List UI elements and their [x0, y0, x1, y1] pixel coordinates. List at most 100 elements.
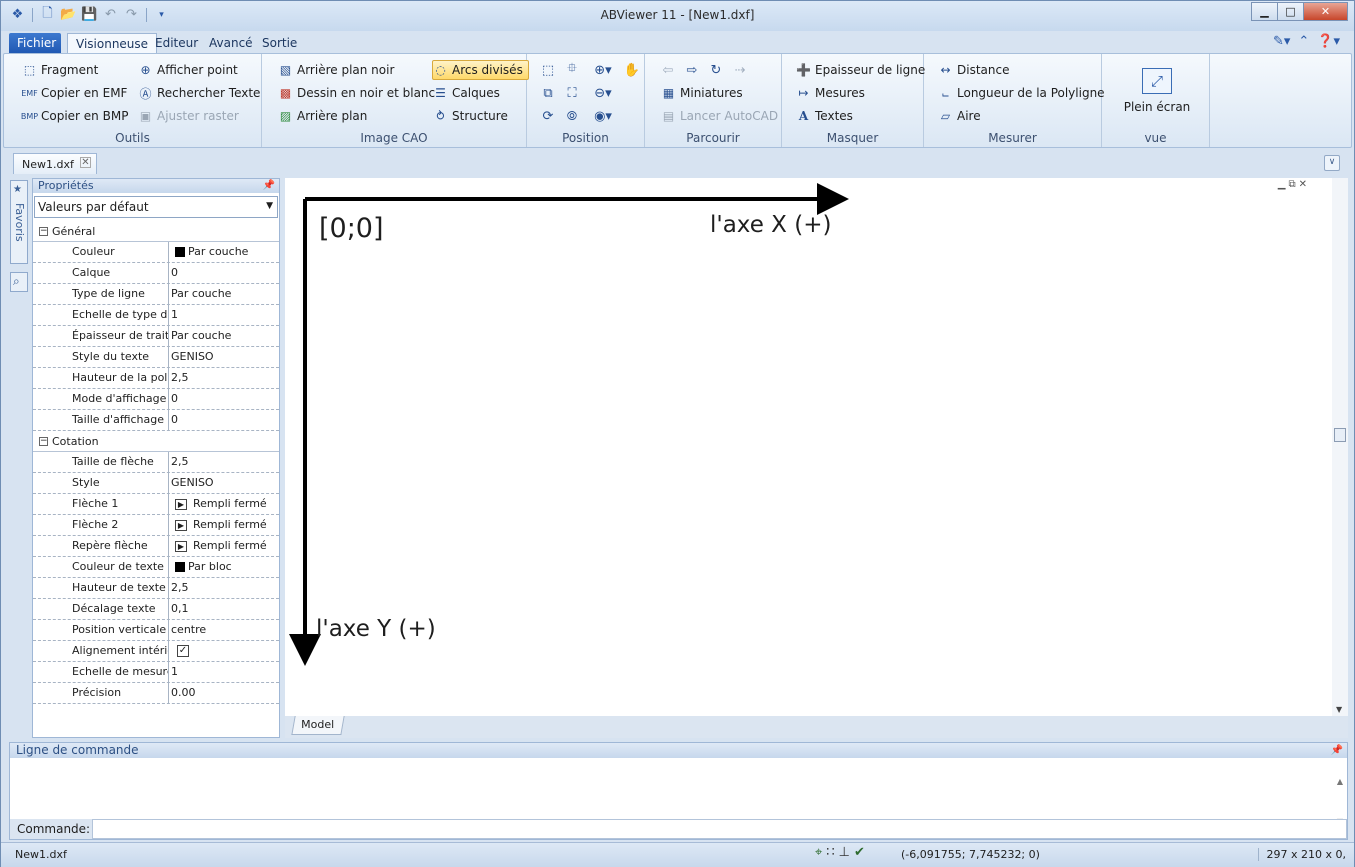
property-row[interactable]: Echelle de type de l1	[33, 305, 279, 326]
style-icon[interactable]: ✎▾	[1273, 34, 1290, 49]
property-value[interactable]: 0	[169, 410, 279, 430]
property-row[interactable]: Hauteur de texte 2,5	[33, 578, 279, 599]
property-row[interactable]: Flèche 1 ▶ Rempli fermé	[33, 494, 279, 515]
split-arcs-button[interactable]: ◌ Arcs divisés	[432, 60, 529, 80]
snap-icon[interactable]: ⌖	[815, 845, 822, 860]
area-button[interactable]: ▱ Aire	[938, 106, 981, 126]
pin-icon[interactable]: 📌	[263, 179, 275, 193]
viewport-close-icon[interactable]: ✕	[1299, 179, 1310, 190]
tab-avance[interactable]: Avancé	[201, 33, 261, 54]
property-value[interactable]: GENISO	[169, 473, 279, 493]
line-weight-button[interactable]: ➕ Epaisseur de ligne	[796, 60, 925, 80]
property-value[interactable]: ▶ Rempli fermé	[169, 494, 279, 514]
property-value[interactable]: 1	[169, 305, 279, 325]
show-point-button[interactable]: ⊕ Afficher point	[138, 60, 237, 80]
forward-arrow-icon[interactable]: ⇨	[681, 60, 703, 80]
property-row[interactable]: Alignement intérieur ✓	[33, 641, 279, 662]
tab-visionneuse[interactable]: Visionneuse	[67, 33, 158, 54]
property-value[interactable]: ✓	[169, 641, 279, 661]
fullscreen-button[interactable]: ⤢ Plein écran	[1120, 68, 1194, 118]
pin-icon[interactable]: 📌	[1331, 743, 1343, 758]
property-value[interactable]: Par couche	[169, 242, 279, 262]
scroll-down-arrow-icon[interactable]: ▼	[1336, 705, 1342, 714]
property-row[interactable]: Taille d'affichage de0	[33, 410, 279, 431]
property-value[interactable]: GENISO	[169, 347, 279, 367]
category-cotation[interactable]: − Cotation	[33, 431, 279, 452]
collapse-icon[interactable]: −	[39, 226, 48, 236]
zoom-extents-icon[interactable]: ⬚	[537, 60, 559, 80]
property-value[interactable]: 2,5	[169, 452, 279, 472]
copy-emf-button[interactable]: EMF Copier en EMF	[21, 83, 127, 103]
thumbnails-button[interactable]: ▦ Miniatures	[661, 83, 743, 103]
tab-editeur[interactable]: Editeur	[147, 33, 206, 54]
minimize-ribbon-icon[interactable]: ⌃	[1298, 34, 1309, 49]
launch-autocad-button[interactable]: ▤ Lancer AutoCAD	[661, 106, 778, 126]
property-row[interactable]: Type de ligne Par couche	[33, 284, 279, 305]
viewport-minimize-icon[interactable]: ▁	[1278, 179, 1289, 190]
layers-button[interactable]: ☰ Calques	[433, 83, 500, 103]
close-button[interactable]: ✕	[1303, 2, 1348, 21]
drawing-canvas[interactable]: [0;0] l'axe X (+) l'axe Y (+) ▁⧉✕	[285, 178, 1332, 716]
background-button[interactable]: ▨ Arrière plan	[278, 106, 368, 126]
pan-hand-icon[interactable]: ✋	[621, 60, 643, 80]
property-value[interactable]: 0	[169, 263, 279, 283]
back-arrow-icon[interactable]: ⇦	[657, 60, 679, 80]
property-row[interactable]: Décalage texte 0,1	[33, 599, 279, 620]
distance-button[interactable]: ↔ Distance	[938, 60, 1009, 80]
grid-icon[interactable]: ∷	[826, 845, 834, 860]
black-background-button[interactable]: ▧ Arrière plan noir	[278, 60, 395, 80]
minimize-button[interactable]: ▁	[1251, 2, 1278, 21]
texts-button[interactable]: A Textes	[796, 106, 853, 126]
fit-screen-icon[interactable]: ⛶	[561, 83, 583, 103]
property-row[interactable]: Taille de flèche 2,5	[33, 452, 279, 473]
fragment-button[interactable]: ⬚ Fragment	[22, 60, 99, 80]
property-value[interactable]: 0	[169, 389, 279, 409]
property-row[interactable]: Calque 0	[33, 263, 279, 284]
property-row[interactable]: Repère flèche ▶ Rempli fermé	[33, 536, 279, 557]
property-row[interactable]: Couleur Par couche	[33, 242, 279, 263]
dimensions-button[interactable]: ↦ Mesures	[796, 83, 864, 103]
black-white-button[interactable]: ▩ Dessin en noir et blanc	[278, 83, 435, 103]
zoom-realtime-icon[interactable]: ⦾	[561, 106, 583, 126]
property-row[interactable]: Épaisseur de trait Par couche	[33, 326, 279, 347]
3d-orbit-icon[interactable]: ⟳	[537, 106, 559, 126]
zoom-in-icon[interactable]: ⊕▾	[589, 60, 617, 80]
polar-icon[interactable]: ✔	[854, 845, 865, 860]
polyline-length-button[interactable]: ⨽ Longueur de la Polyligne	[938, 83, 1105, 103]
property-row[interactable]: Mode d'affichage de0	[33, 389, 279, 410]
category-general[interactable]: − Général	[33, 221, 279, 242]
zoom-window-icon[interactable]: ⯐	[561, 60, 583, 80]
property-value[interactable]: Par couche	[169, 326, 279, 346]
property-value[interactable]: 0.00	[169, 683, 279, 703]
command-history[interactable]: ▲▼	[10, 758, 1347, 826]
refresh-icon[interactable]: ↻	[705, 60, 727, 80]
viewport-restore-icon[interactable]: ⧉	[1288, 179, 1298, 190]
zoom-previous-icon[interactable]: ⧉	[537, 83, 559, 103]
property-row[interactable]: Précision 0.00	[33, 683, 279, 704]
property-value[interactable]: 2,5	[169, 368, 279, 388]
find-text-button[interactable]: Ⓐ Rechercher Texte	[138, 83, 260, 103]
property-value[interactable]: ▶ Rempli fermé	[169, 515, 279, 535]
fit-raster-button[interactable]: ▣ Ajuster raster	[138, 106, 239, 126]
vertical-scrollbar[interactable]: ▼	[1332, 178, 1348, 716]
view-options-icon[interactable]: ◉▾	[589, 106, 617, 126]
export-icon[interactable]: ⇢	[729, 60, 751, 80]
tab-list-chevron-icon[interactable]: ∨	[1324, 155, 1340, 171]
property-value[interactable]: 0,1	[169, 599, 279, 619]
property-row[interactable]: Position verticale ducentre	[33, 620, 279, 641]
command-input[interactable]	[92, 819, 1347, 839]
favorites-side-tab[interactable]: ★ Favoris	[10, 180, 28, 264]
structure-button[interactable]: ⥁ Structure	[433, 106, 507, 126]
property-value[interactable]: Par couche	[169, 284, 279, 304]
collapse-icon[interactable]: −	[39, 436, 48, 446]
search-side-tab[interactable]: ⌕	[10, 272, 28, 292]
property-row[interactable]: Echelle de mesures 1	[33, 662, 279, 683]
property-row[interactable]: Couleur de texte Par bloc	[33, 557, 279, 578]
property-row[interactable]: Hauteur de la police2,5	[33, 368, 279, 389]
model-tab[interactable]: Model	[291, 716, 345, 735]
ortho-icon[interactable]: ⊥	[839, 845, 850, 860]
property-value[interactable]: ▶ Rempli fermé	[169, 536, 279, 556]
preset-select[interactable]: Valeurs par défaut ▼	[34, 196, 278, 218]
maximize-button[interactable]: □	[1277, 2, 1304, 21]
property-row[interactable]: Flèche 2 ▶ Rempli fermé	[33, 515, 279, 536]
